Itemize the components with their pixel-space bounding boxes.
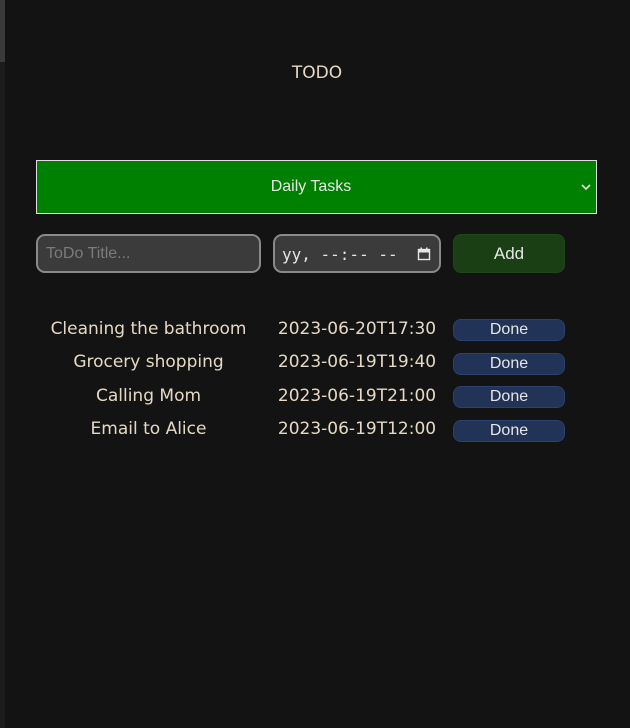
task-datetime: 2023-06-20T17:30 xyxy=(277,319,437,339)
chevron-down-icon xyxy=(581,184,591,191)
todo-title-input[interactable] xyxy=(36,234,261,273)
datetime-input[interactable]: yy, --:-- -- xyxy=(273,234,441,273)
done-button[interactable]: Done xyxy=(453,386,565,408)
scrollbar-track[interactable] xyxy=(0,0,5,728)
add-button[interactable]: Add xyxy=(453,234,565,273)
task-title: Grocery shopping xyxy=(73,352,224,372)
task-datetime: 2023-06-19T12:00 xyxy=(277,419,437,439)
task-title: Cleaning the bathroom xyxy=(50,319,247,339)
datetime-input-value: yy, --:-- -- xyxy=(282,245,398,264)
done-button[interactable]: Done xyxy=(453,353,565,375)
done-button[interactable]: Done xyxy=(453,319,565,341)
done-button[interactable]: Done xyxy=(453,420,565,442)
calendar-icon[interactable] xyxy=(417,247,431,261)
task-datetime: 2023-06-19T21:00 xyxy=(277,386,437,406)
category-select-value: Daily Tasks xyxy=(270,178,352,195)
task-title: Email to Alice xyxy=(90,419,207,439)
page-title: TODO xyxy=(291,63,343,83)
task-datetime: 2023-06-19T19:40 xyxy=(277,352,437,372)
task-title: Calling Mom xyxy=(95,386,202,406)
category-select[interactable]: Daily Tasks xyxy=(36,160,597,214)
scrollbar-thumb[interactable] xyxy=(0,0,5,62)
